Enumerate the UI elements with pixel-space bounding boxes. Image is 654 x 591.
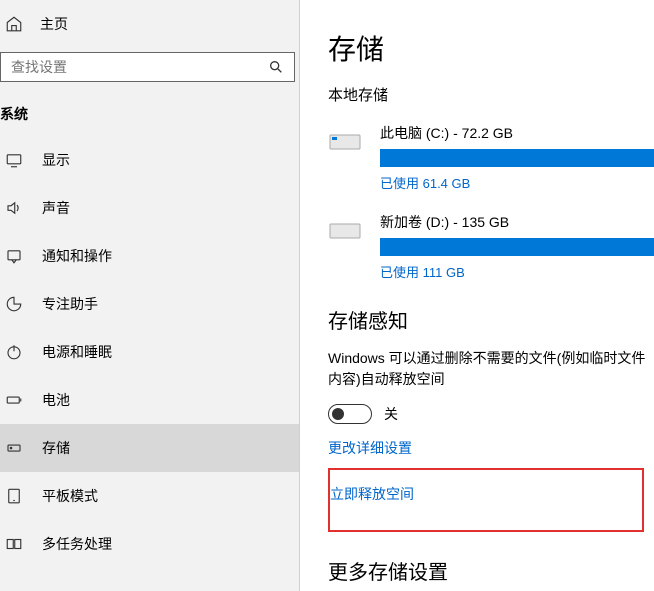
drive-used-label: 已使用 111 GB bbox=[380, 262, 654, 281]
drive-row[interactable]: 此电脑 (C:) - 72.2 GB 已使用 61.4 GB bbox=[328, 123, 654, 192]
sidebar-item-focus[interactable]: 专注助手 bbox=[0, 280, 299, 328]
multitask-icon bbox=[4, 534, 24, 554]
sidebar-item-label: 显示 bbox=[42, 150, 70, 170]
sidebar-item-label: 多任务处理 bbox=[42, 534, 112, 554]
tablet-icon bbox=[4, 486, 24, 506]
more-storage-heading: 更多存储设置 bbox=[328, 556, 654, 585]
drive-row[interactable]: 新加卷 (D:) - 135 GB 已使用 111 GB bbox=[328, 212, 654, 281]
search-input[interactable] bbox=[11, 59, 268, 75]
highlight-annotation: 立即释放空间 bbox=[328, 468, 644, 532]
drive-icon bbox=[328, 127, 364, 155]
sidebar-item-label: 通知和操作 bbox=[42, 246, 112, 266]
sidebar-item-power[interactable]: 电源和睡眠 bbox=[0, 328, 299, 376]
section-title: 系统 bbox=[0, 100, 299, 136]
search-box[interactable] bbox=[0, 52, 295, 82]
drive-icon bbox=[328, 216, 364, 244]
focus-icon bbox=[4, 294, 24, 314]
home-nav[interactable]: 主页 bbox=[0, 0, 299, 48]
toggle-state-label: 关 bbox=[384, 404, 398, 424]
sidebar-item-tablet[interactable]: 平板模式 bbox=[0, 472, 299, 520]
storage-icon bbox=[4, 438, 24, 458]
page-title: 存储 bbox=[328, 28, 654, 68]
sidebar-item-sound[interactable]: 声音 bbox=[0, 184, 299, 232]
change-settings-link[interactable]: 更改详细设置 bbox=[328, 438, 654, 458]
sound-icon bbox=[4, 198, 24, 218]
storage-sense-heading: 存储感知 bbox=[328, 305, 654, 334]
local-storage-heading: 本地存储 bbox=[328, 84, 654, 105]
display-icon bbox=[4, 150, 24, 170]
drive-name: 此电脑 (C:) - 72.2 GB bbox=[380, 123, 654, 143]
drive-usage-bar bbox=[380, 238, 654, 256]
battery-icon bbox=[4, 390, 24, 410]
sidebar-item-display[interactable]: 显示 bbox=[0, 136, 299, 184]
sidebar-item-label: 电源和睡眠 bbox=[42, 342, 112, 362]
drive-usage-bar bbox=[380, 149, 654, 167]
sidebar-item-label: 平板模式 bbox=[42, 486, 98, 506]
sidebar-item-notifications[interactable]: 通知和操作 bbox=[0, 232, 299, 280]
sidebar-item-label: 声音 bbox=[42, 198, 70, 218]
sidebar-item-label: 存储 bbox=[42, 438, 70, 458]
home-icon bbox=[4, 14, 24, 34]
free-space-now-link[interactable]: 立即释放空间 bbox=[330, 484, 642, 504]
drive-name: 新加卷 (D:) - 135 GB bbox=[380, 212, 654, 232]
power-icon bbox=[4, 342, 24, 362]
sidebar-item-storage[interactable]: 存储 bbox=[0, 424, 299, 472]
home-label: 主页 bbox=[40, 14, 68, 34]
sidebar-item-label: 电池 bbox=[42, 390, 70, 410]
sidebar-item-label: 专注助手 bbox=[42, 294, 98, 314]
notification-icon bbox=[4, 246, 24, 266]
sidebar-item-battery[interactable]: 电池 bbox=[0, 376, 299, 424]
drive-used-label: 已使用 61.4 GB bbox=[380, 173, 654, 192]
toggle-knob bbox=[332, 408, 344, 420]
search-icon bbox=[268, 59, 284, 75]
storage-sense-toggle[interactable] bbox=[328, 404, 372, 424]
sidebar-item-multitask[interactable]: 多任务处理 bbox=[0, 520, 299, 568]
storage-sense-description: Windows 可以通过删除不需要的文件(例如临时文件内容)自动释放空间 bbox=[328, 348, 654, 390]
